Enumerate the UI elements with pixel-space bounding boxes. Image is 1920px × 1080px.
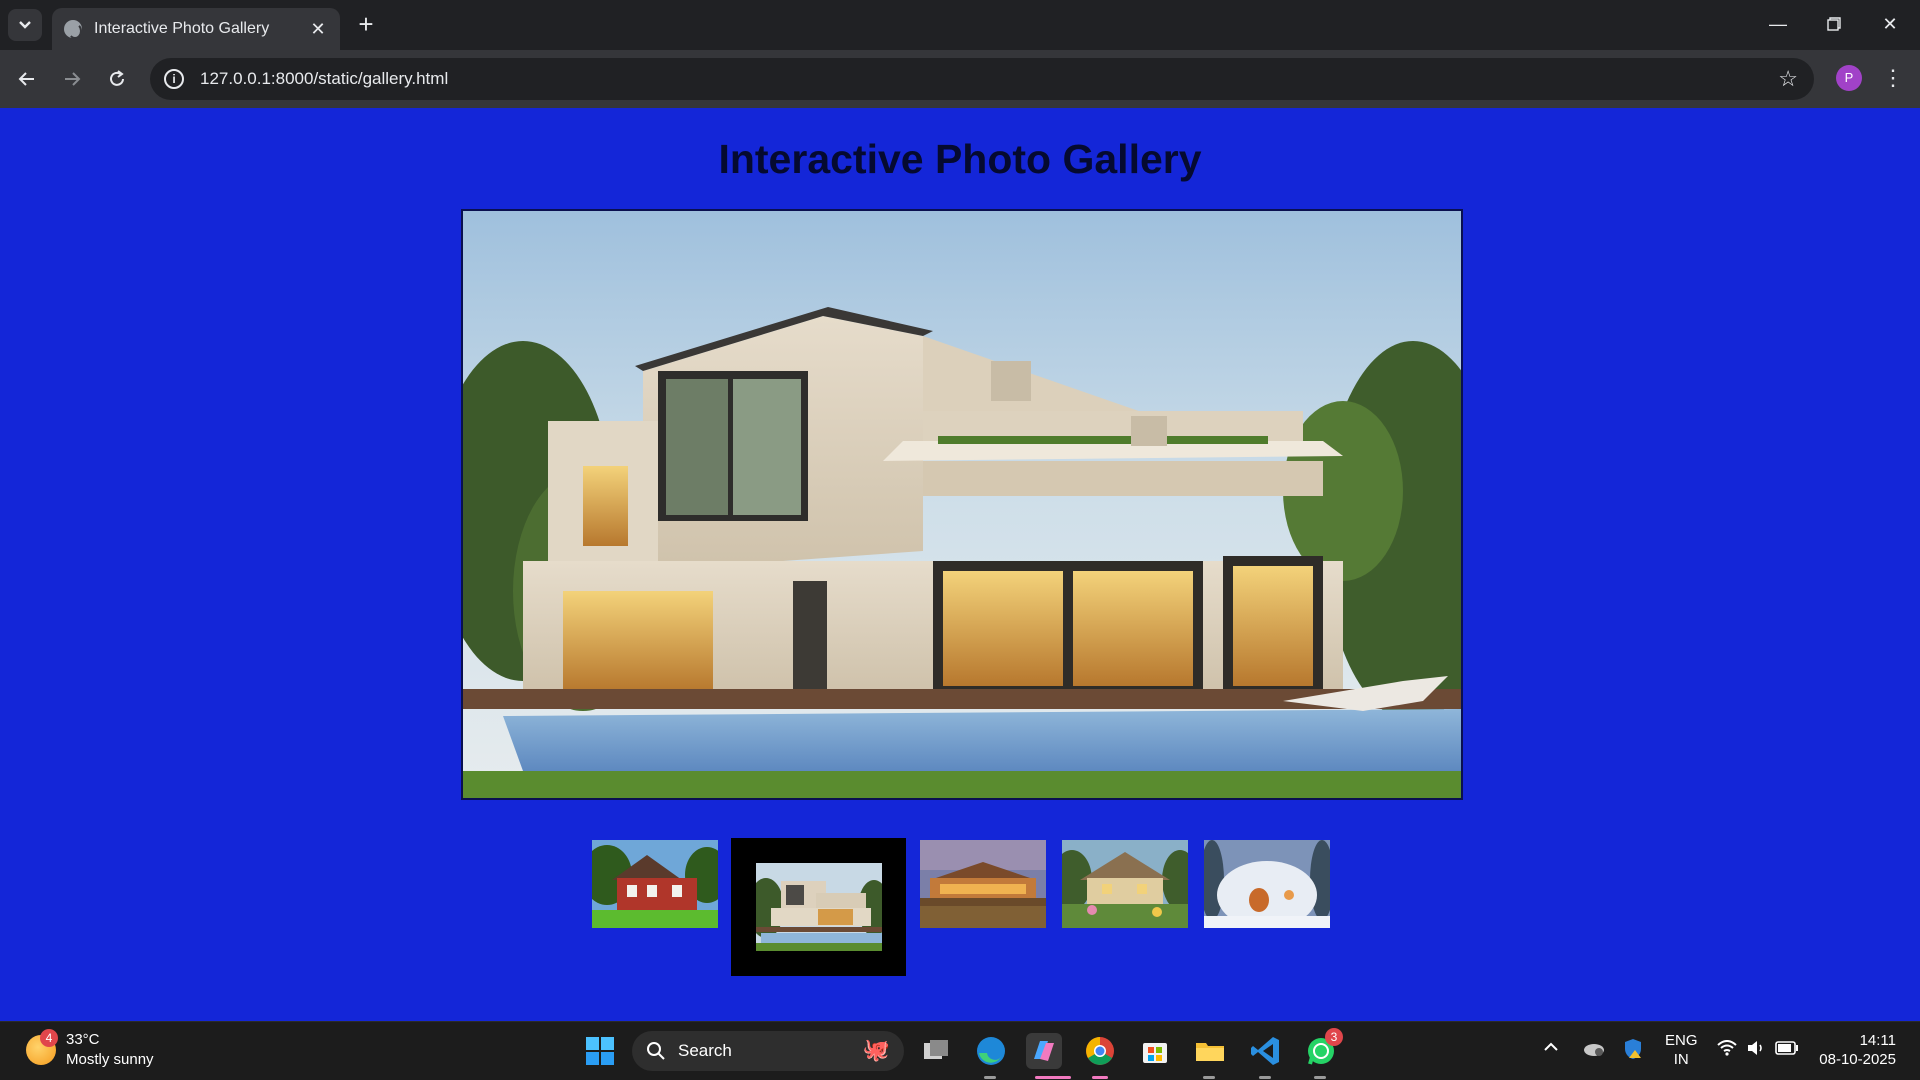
globe-icon	[64, 20, 82, 39]
security-shield-icon[interactable]	[1623, 1038, 1643, 1064]
language-region: IN	[1673, 1051, 1689, 1068]
thumbnail-modern-villa-active[interactable]	[731, 838, 906, 976]
onedrive-cloud-icon[interactable]	[1581, 1040, 1605, 1062]
whatsapp-badge: 3	[1325, 1028, 1343, 1046]
tab-search-button[interactable]	[8, 9, 42, 41]
restore-icon[interactable]	[1814, 8, 1854, 40]
site-info-icon[interactable]: i	[164, 69, 184, 89]
taskbar-search-box[interactable]: Search 🐙	[632, 1031, 904, 1071]
weather-sun-icon: 4	[26, 1029, 58, 1065]
windows-taskbar: 4 33°C Mostly sunny Search 🐙 3 ENG IN 14…	[0, 1021, 1920, 1080]
thumbnail-snowy-dome-house[interactable]	[1204, 840, 1330, 928]
search-highlight-icon: 🐙	[862, 1037, 890, 1062]
show-hidden-icons-chevron-icon[interactable]	[1543, 1040, 1559, 1057]
clock-date: 08-10-2025	[1819, 1051, 1896, 1068]
tab-title: Interactive Photo Gallery	[94, 20, 270, 37]
vscode-running-indicator	[1259, 1076, 1271, 1079]
whatsapp-icon[interactable]: 3	[1303, 1028, 1343, 1069]
task-view-icon[interactable]	[918, 1033, 954, 1069]
clock[interactable]: 14:11 08-10-2025	[1816, 1031, 1896, 1069]
modern-villa-image	[463, 211, 1461, 798]
close-window-icon[interactable]: ✕	[1870, 8, 1910, 40]
thumbnail-strip	[0, 830, 1920, 976]
volume-icon[interactable]	[1746, 1040, 1766, 1060]
bookmark-star-icon[interactable]: ☆	[1778, 66, 1798, 92]
reload-icon[interactable]	[101, 63, 133, 95]
weather-badge: 4	[40, 1029, 58, 1047]
page-title: Interactive Photo Gallery	[718, 136, 1202, 182]
file-explorer-icon[interactable]	[1192, 1033, 1228, 1069]
copilot-icon[interactable]	[1026, 1033, 1062, 1069]
weather-widget[interactable]: 4 33°C Mostly sunny	[26, 1029, 154, 1070]
chrome-active-indicator	[1092, 1076, 1108, 1079]
thumbnail-mansion-by-water[interactable]	[920, 840, 1046, 928]
weather-description: Mostly sunny	[66, 1051, 154, 1068]
search-placeholder: Search	[678, 1041, 732, 1060]
close-tab-icon[interactable]: ✕	[308, 19, 328, 40]
language-code: ENG	[1665, 1032, 1698, 1049]
forward-icon[interactable]	[56, 63, 88, 95]
vscode-icon[interactable]	[1248, 1033, 1284, 1069]
minimize-icon[interactable]: —	[1758, 8, 1798, 40]
thumbnail-thatched-cottage[interactable]	[1062, 840, 1188, 928]
thumbnail-red-brick-house[interactable]	[592, 840, 718, 928]
clock-time: 14:11	[1859, 1032, 1896, 1049]
back-icon[interactable]	[11, 63, 43, 95]
gallery-page: Interactive Photo Gallery	[0, 108, 1920, 1021]
battery-icon[interactable]	[1775, 1041, 1799, 1059]
weather-temperature: 33°C	[66, 1031, 100, 1048]
wifi-icon[interactable]	[1717, 1040, 1737, 1060]
copilot-active-indicator	[1035, 1076, 1071, 1079]
windows-start-icon[interactable]	[582, 1033, 618, 1069]
browser-toolbar: i 127.0.0.1:8000/static/gallery.html ☆ P…	[0, 50, 1920, 108]
chevron-down-icon	[19, 21, 31, 29]
search-icon	[647, 1042, 665, 1060]
chrome-icon[interactable]	[1082, 1033, 1118, 1069]
url-text: 127.0.0.1:8000/static/gallery.html	[200, 69, 449, 88]
explorer-running-indicator	[1203, 1076, 1215, 1079]
new-tab-button[interactable]: +	[352, 11, 380, 39]
language-indicator[interactable]: ENG IN	[1665, 1031, 1698, 1069]
microsoft-store-icon[interactable]	[1137, 1033, 1173, 1069]
edge-running-indicator	[984, 1076, 996, 1079]
edge-browser-icon[interactable]	[973, 1033, 1009, 1069]
main-gallery-image	[461, 209, 1463, 800]
address-bar[interactable]: i 127.0.0.1:8000/static/gallery.html ☆	[150, 58, 1814, 100]
profile-avatar[interactable]: P	[1836, 65, 1862, 91]
browser-tab-bar: Interactive Photo Gallery ✕ + — ✕	[0, 0, 1920, 50]
browser-menu-icon[interactable]: ⋮	[1882, 62, 1904, 94]
browser-tab-active[interactable]: Interactive Photo Gallery ✕	[52, 8, 340, 50]
whatsapp-running-indicator	[1314, 1076, 1326, 1079]
